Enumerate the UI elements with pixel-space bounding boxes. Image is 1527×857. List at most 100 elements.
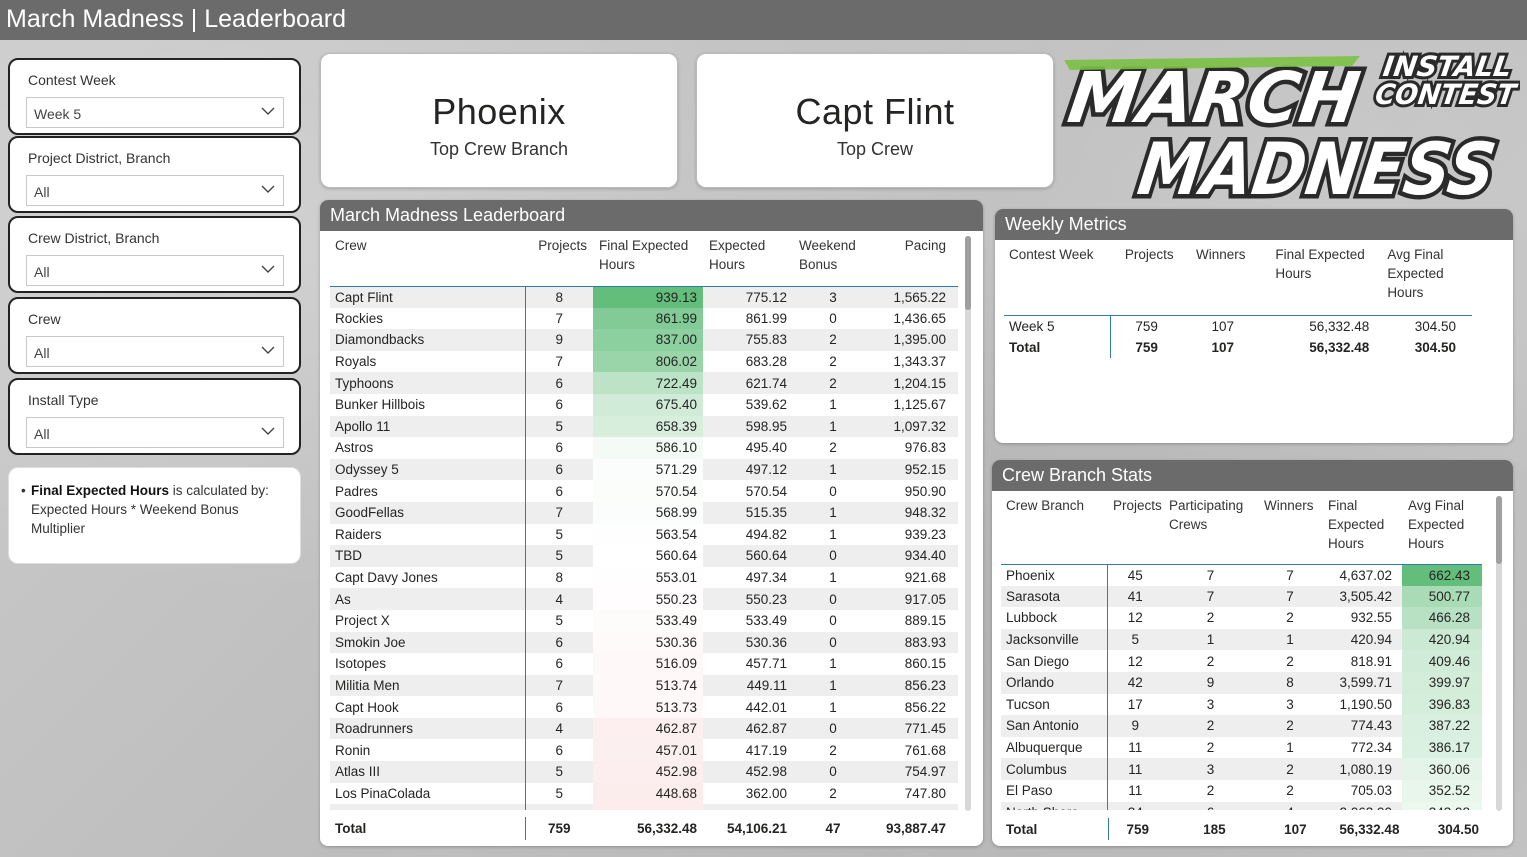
slicer-dropdown[interactable]: All xyxy=(26,255,284,286)
top-crew-branch-card: Phoenix Top Crew Branch xyxy=(320,53,678,188)
table-cell: 761.68 xyxy=(904,742,946,758)
table-cell: 722.49 xyxy=(593,372,703,394)
table-row[interactable]: GoodFellas 7 568.99 515.35 1 948.32 xyxy=(330,501,958,524)
table-row[interactable]: Padres 6 570.54 570.54 0 950.90 xyxy=(330,480,958,502)
table-row[interactable]: San Diego 12 2 2 818.91 409.46 xyxy=(1001,650,1482,672)
leaderboard-col-header[interactable]: Final Expected Hours xyxy=(593,236,703,283)
table-row[interactable]: Capt Davy Jones 8 553.01 497.34 1 921.68 xyxy=(330,566,958,589)
table-row[interactable]: Royals 7 806.02 683.28 2 1,343.37 xyxy=(330,350,958,373)
leaderboard-col-header[interactable]: Pacing xyxy=(873,236,958,283)
table-cell: 360.06 xyxy=(1402,758,1482,780)
table-row[interactable]: Typhoons 6 722.49 621.74 2 1,204.15 xyxy=(330,372,958,394)
branch-col-header[interactable]: Projects xyxy=(1107,496,1163,562)
table-row[interactable]: Atlas III 5 452.98 452.98 0 754.97 xyxy=(330,761,958,783)
table-cell: 5 xyxy=(555,526,563,542)
table-row[interactable]: Apollo 11 5 658.39 598.95 1 1,097.32 xyxy=(330,415,958,438)
table-row[interactable]: Albuquerque 11 2 1 772.34 386.17 xyxy=(1001,736,1482,759)
table-row[interactable]: Jacksonville 5 1 1 420.94 420.94 xyxy=(1001,628,1482,651)
table-cell: 1 xyxy=(829,526,837,542)
slicer-dropdown[interactable]: All xyxy=(26,175,284,206)
table-row[interactable]: Astros 6 586.10 495.40 2 976.83 xyxy=(330,437,958,459)
table-row[interactable]: Smokin Joe 6 530.36 530.36 0 883.93 xyxy=(330,631,958,654)
table-cell: 806.02 xyxy=(593,350,703,373)
table-row[interactable]: Los PinaColada 5 448.68 362.00 2 747.80 xyxy=(330,782,958,805)
table-row[interactable]: Roadrunners 4 462.87 462.87 0 771.45 xyxy=(330,717,958,740)
branch-col-header[interactable]: Winners xyxy=(1258,496,1322,562)
table-row[interactable]: Lubbock 12 2 2 932.55 466.28 xyxy=(1001,607,1482,629)
table-row[interactable]: Orlando 42 9 8 3,599.71 399.97 xyxy=(1001,671,1482,694)
branch-col-header[interactable]: Avg Final Expected Hours xyxy=(1402,496,1482,562)
note-bullet: • xyxy=(21,483,26,498)
table-cell: Roadrunners xyxy=(330,717,526,740)
table-row[interactable]: Ronin 6 457.01 417.19 2 761.68 xyxy=(330,739,958,762)
table-row[interactable]: North Shore24642,063.90343.98 xyxy=(1001,801,1482,810)
table-cell: 675.40 xyxy=(593,393,703,416)
weekly-col-header[interactable]: Final Expected Hours xyxy=(1263,245,1375,313)
table-row[interactable]: Militia Men 7 513.74 449.11 1 856.23 xyxy=(330,674,958,697)
table-row[interactable]: TBD 5 560.64 560.64 0 934.40 xyxy=(330,545,958,567)
table-cell: 351.92 xyxy=(703,804,793,810)
slicer-value: All xyxy=(34,184,50,200)
table-row[interactable]: Tucson 17 3 3 1,190.50 396.83 xyxy=(1001,693,1482,716)
table-cell: 56,332.48 xyxy=(1309,318,1370,334)
branch-col-header[interactable]: Final Expected Hours xyxy=(1322,496,1402,562)
leaderboard-scrollbar[interactable] xyxy=(965,236,971,811)
table-cell: 0 xyxy=(829,483,837,499)
crew-branch-scrollbar[interactable] xyxy=(1496,496,1502,811)
leaderboard-col-header[interactable]: Expected Hours xyxy=(703,236,793,283)
weekly-col-header[interactable]: Winners xyxy=(1182,245,1263,313)
table-cell: 2 xyxy=(1258,715,1322,737)
table-cell: Apollo 11 xyxy=(330,415,526,438)
svg-text:CONTEST: CONTEST xyxy=(1373,78,1520,111)
total-cell: 56,332.48 xyxy=(636,821,697,836)
table-row[interactable]: Isotopes 6 516.09 457.71 1 860.15 xyxy=(330,653,958,675)
table-row[interactable]: Odyssey 5 6 571.29 497.12 1 952.15 xyxy=(330,458,958,481)
table-row[interactable]: San Antonio 9 2 2 774.43 387.22 xyxy=(1001,715,1482,737)
table-cell: 12 xyxy=(1127,610,1143,626)
table-cell: 7 xyxy=(525,674,593,697)
table-row[interactable]: Raiders 5 563.54 494.82 1 939.23 xyxy=(330,523,958,546)
table-cell: Raiders xyxy=(330,523,526,546)
table-row[interactable]: Project X 5 533.49 533.49 0 889.15 xyxy=(330,609,958,632)
table-row[interactable]: Capt Flint 8 939.13 775.12 3 1,565.22 xyxy=(330,286,958,308)
weekly-col-header[interactable]: Projects xyxy=(1111,245,1182,313)
table-row[interactable]: Diamondbacks 9 837.00 755.83 2 1,395.00 xyxy=(330,329,958,351)
table-row[interactable]: Los Piratas5441.03351.922735.05 xyxy=(330,804,958,810)
table-cell: 2 xyxy=(829,785,837,801)
leaderboard-col-header[interactable]: Projects xyxy=(525,236,593,283)
weekly-col-header[interactable]: Contest Week xyxy=(1004,245,1111,313)
weekly-col-header[interactable]: Avg Final Expected Hours xyxy=(1375,245,1472,313)
slicer-dropdown[interactable]: Week 5 xyxy=(26,97,284,128)
table-row[interactable]: Week 5 759 107 56,332.48 304.50 xyxy=(1004,315,1472,337)
slicer-value: All xyxy=(34,264,50,280)
table-row[interactable]: As 4 550.23 550.23 0 917.05 xyxy=(330,588,958,610)
table-cell: 4,637.02 xyxy=(1339,567,1392,583)
table-row[interactable]: Capt Hook 6 513.73 442.01 1 856.22 xyxy=(330,696,958,718)
table-cell: 948.32 xyxy=(873,501,958,524)
table-cell: Typhoons xyxy=(330,372,526,394)
table-cell: 7 xyxy=(525,501,593,524)
table-row[interactable]: El Paso 11 2 2 705.03 352.52 xyxy=(1001,779,1482,802)
table-row[interactable]: Sarasota 41 7 7 3,505.42 500.77 xyxy=(1001,585,1482,608)
table-cell: Project X xyxy=(330,609,526,632)
table-cell: 1 xyxy=(793,674,873,697)
table-cell: 860.15 xyxy=(904,656,946,672)
table-row[interactable]: Phoenix 45 7 7 4,637.02 662.43 xyxy=(1001,564,1482,586)
slicer-dropdown[interactable]: All xyxy=(26,336,284,367)
table-row[interactable]: Rockies 7 861.99 861.99 0 1,436.65 xyxy=(330,307,958,330)
table-cell: 560.64 xyxy=(593,545,703,567)
table-cell: Isotopes xyxy=(330,653,526,675)
table-row[interactable]: Bunker Hillbois 6 675.40 539.62 1 1,125.67 xyxy=(330,393,958,416)
branch-col-header[interactable]: Participating Crews xyxy=(1163,496,1258,562)
leaderboard-col-header[interactable]: Crew xyxy=(330,236,525,283)
total-row: Total 759 185 107 56,332.48 304.50 xyxy=(1001,818,1491,840)
leaderboard-col-header[interactable]: Weekend Bonus xyxy=(793,236,873,283)
table-cell: 2 xyxy=(1286,653,1294,669)
branch-col-header[interactable]: Crew Branch xyxy=(1001,496,1107,562)
table-cell: 662.43 xyxy=(1402,564,1482,586)
slicer-dropdown[interactable]: All xyxy=(26,417,284,448)
table-row[interactable]: Columbus 11 3 2 1,080.19 360.06 xyxy=(1001,758,1482,780)
table-cell: 7 xyxy=(1286,567,1294,583)
table-cell: 9 xyxy=(1163,671,1258,694)
table-cell: 17 xyxy=(1127,696,1143,712)
